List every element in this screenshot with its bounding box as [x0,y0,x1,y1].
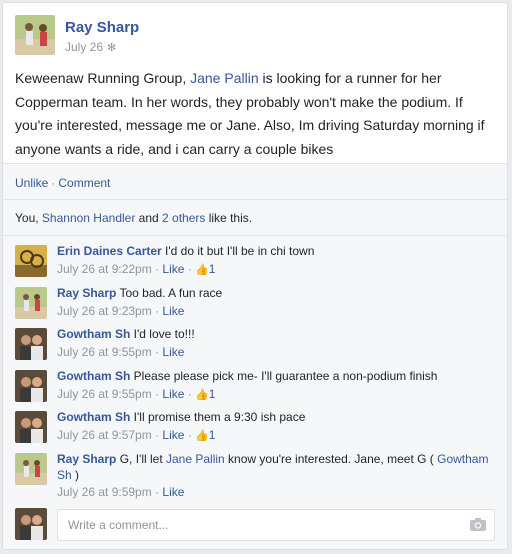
thumbs-up-icon[interactable]: 👍 [195,264,209,276]
comment-text: I'd love to!!! [130,327,195,341]
comment-text: Please please pick me- I'll guarantee a … [130,369,438,383]
post-header: Ray Sharp July 26 ✻ [15,15,495,59]
comment-like-link[interactable]: Like [162,387,184,401]
comment-text: I'll promise them a 9:30 ish pace [130,410,306,424]
comment-placeholder: Write a comment... [68,518,169,532]
comment-like-count[interactable]: 1 [209,387,216,401]
comment-like-link[interactable]: Like [162,304,184,318]
commenter-avatar[interactable] [15,411,47,443]
thumbs-up-icon[interactable]: 👍 [195,430,209,442]
post-body: Keweenaw Running Group, Jane Pallin is l… [15,67,497,161]
comment-body: Erin Daines Carter I'd do it but I'll be… [57,244,495,278]
commenter-avatar[interactable] [15,453,47,485]
comment-like-link[interactable]: Like [162,262,184,276]
comment-body: Ray Sharp G, I'll let Jane Pallin know y… [57,452,495,501]
comment-author[interactable]: Erin Daines Carter [57,244,162,258]
comment-text-c: ) [71,467,80,482]
post-date-text[interactable]: July 26 [65,40,103,54]
comment-body: Gowtham Sh I'd love to!!! July 26 at 9:5… [57,327,495,360]
commenter-avatar[interactable] [15,287,47,319]
likes-prefix: You, [15,211,42,225]
comment-body: Gowtham Sh I'll promise them a 9:30 ish … [57,410,495,444]
comment-author[interactable]: Gowtham Sh [57,369,130,383]
gear-icon[interactable]: ✻ [107,42,116,54]
comment-meta: July 26 at 9:55pm · Like [57,344,185,359]
comment-composer: Write a comment... [15,508,497,544]
comment-text-b: know you're interested. Jane, meet G ( [224,452,438,466]
commenter-avatar[interactable] [15,328,47,360]
post-card: Ray Sharp July 26 ✻ Keweenaw Running Grou… [2,2,508,550]
author-avatar[interactable] [15,15,55,55]
divider [3,199,507,201]
post-actions: Unlike · Comment [15,176,110,190]
commenter-avatar[interactable] [15,245,47,277]
comment-like-link[interactable]: Like [162,345,184,359]
likes-middle: and [135,211,163,225]
likes-others-link[interactable]: 2 others [162,211,205,225]
divider [3,235,507,237]
comment-text-a: G, I'll let [116,452,166,466]
comment-meta: July 26 at 9:59pm · Like [57,485,185,499]
comment-author[interactable]: Gowtham Sh [57,410,130,424]
comment-meta: July 26 at 9:55pm · Like · 👍1 [57,386,216,401]
comment-like-link[interactable]: Like [162,428,184,442]
post-author[interactable]: Ray Sharp [65,19,139,36]
comment-time[interactable]: July 26 at 9:23pm [57,304,152,318]
camera-icon[interactable] [470,518,486,531]
current-user-avatar [15,508,47,540]
comment-text: Too bad. A fun race [116,286,223,300]
separator: · [51,176,56,190]
tag-jane-pallin[interactable]: Jane Pallin [166,452,225,466]
comment-body: Ray Sharp Too bad. A fun race July 26 at… [57,286,495,319]
post-text-1: Keweenaw Running Group, [15,70,191,86]
comment-input[interactable]: Write a comment... [57,509,495,541]
comment-time[interactable]: July 26 at 9:55pm [57,345,152,359]
comment-like-count[interactable]: 1 [209,428,216,442]
comment-time[interactable]: July 26 at 9:55pm [57,387,152,401]
comment-time[interactable]: July 26 at 9:59pm [57,485,152,499]
comment-meta: July 26 at 9:22pm · Like · 👍1 [57,261,216,276]
post-date: July 26 ✻ [65,40,116,54]
comment-time[interactable]: July 26 at 9:22pm [57,262,152,276]
tag-jane-pallin[interactable]: Jane Pallin [190,70,259,86]
unlike-link[interactable]: Unlike [15,176,48,190]
likes-suffix: like this. [205,211,253,225]
comment-meta: July 26 at 9:57pm · Like · 👍1 [57,427,216,442]
commenter-avatar[interactable] [15,370,47,402]
comment-meta: July 26 at 9:23pm · Like [57,303,185,318]
comment-body: Gowtham Sh Please please pick me- I'll g… [57,369,495,403]
comment-like-count[interactable]: 1 [209,262,216,276]
comment-text: I'd do it but I'll be in chi town [161,244,315,258]
likes-summary: You, Shannon Handler and 2 others like t… [15,211,252,225]
comment-author[interactable]: Ray Sharp [57,452,116,466]
comment-author[interactable]: Ray Sharp [57,286,116,300]
comment-author[interactable]: Gowtham Sh [57,327,130,341]
comment-like-link[interactable]: Like [162,485,184,499]
comment-time[interactable]: July 26 at 9:57pm [57,428,152,442]
liker-shannon-handler[interactable]: Shannon Handler [42,211,135,225]
comment-link[interactable]: Comment [58,176,110,190]
thumbs-up-icon[interactable]: 👍 [195,389,209,401]
